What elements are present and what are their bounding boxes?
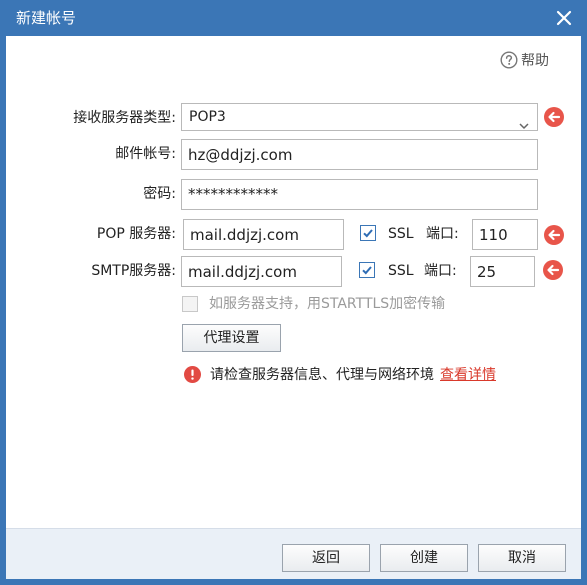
starttls-checkbox[interactable] — [182, 296, 198, 312]
pop-server-label: POP 服务器: — [96, 226, 176, 242]
dialog-title: 新建帐号 — [16, 9, 77, 27]
proxy-settings-button[interactable]: 代理设置 — [182, 324, 281, 352]
server-type-label: 接收服务器类型: — [73, 110, 176, 126]
back-button[interactable]: 返回 — [282, 544, 370, 572]
question-circle-icon — [500, 51, 518, 69]
title-bar[interactable]: 新建帐号 — [0, 0, 587, 36]
email-label: 邮件帐号: — [115, 146, 176, 162]
smtp-ssl-checkbox[interactable] — [359, 262, 375, 278]
server-type-select[interactable]: POP3 — [181, 103, 538, 131]
create-button[interactable]: 创建 — [380, 544, 468, 572]
smtp-server-field[interactable] — [181, 256, 342, 287]
cancel-button[interactable]: 取消 — [478, 544, 566, 572]
help-link[interactable]: 帮助 — [500, 50, 549, 70]
arrow-left-icon[interactable] — [544, 225, 564, 245]
starttls-label: 如服务器支持，用STARTTLS加密传输 — [209, 296, 446, 312]
server-type-value: POP3 — [189, 109, 226, 125]
pop-ssl-checkbox[interactable] — [360, 225, 376, 241]
dialog-footer: 返回 创建 取消 — [6, 528, 581, 579]
arrow-left-icon[interactable] — [544, 107, 564, 127]
smtp-port-field[interactable] — [470, 256, 535, 287]
dialog-body: 帮助 接收服务器类型: POP3 邮件帐号: 密码: ************ … — [6, 36, 581, 528]
pop-port-label: 端口: — [426, 226, 459, 242]
pop-server-field[interactable] — [183, 219, 344, 250]
new-account-dialog: 新建帐号 帮助 接收服务器类型: POP3 邮件帐号: 密码: *** — [0, 0, 587, 585]
view-details-link[interactable]: 查看详情 — [440, 364, 496, 384]
arrow-left-icon[interactable] — [543, 260, 563, 280]
email-field[interactable] — [181, 139, 538, 170]
smtp-port-label: 端口: — [424, 263, 457, 279]
error-text: 请检查服务器信息、代理与网络环境 — [210, 367, 434, 383]
close-icon[interactable] — [553, 7, 575, 29]
pop-ssl-label: SSL — [388, 226, 414, 242]
smtp-ssl-label: SSL — [388, 263, 414, 279]
smtp-server-label: SMTP服务器: — [91, 263, 176, 279]
error-message: 请检查服务器信息、代理与网络环境 查看详情 — [184, 364, 496, 384]
password-value: ************ — [188, 185, 278, 203]
password-label: 密码: — [143, 186, 176, 202]
error-icon — [184, 365, 201, 383]
pop-port-field[interactable] — [472, 219, 538, 250]
chevron-down-icon — [519, 113, 529, 130]
help-label: 帮助 — [521, 53, 549, 69]
password-field[interactable]: ************ — [181, 179, 538, 210]
